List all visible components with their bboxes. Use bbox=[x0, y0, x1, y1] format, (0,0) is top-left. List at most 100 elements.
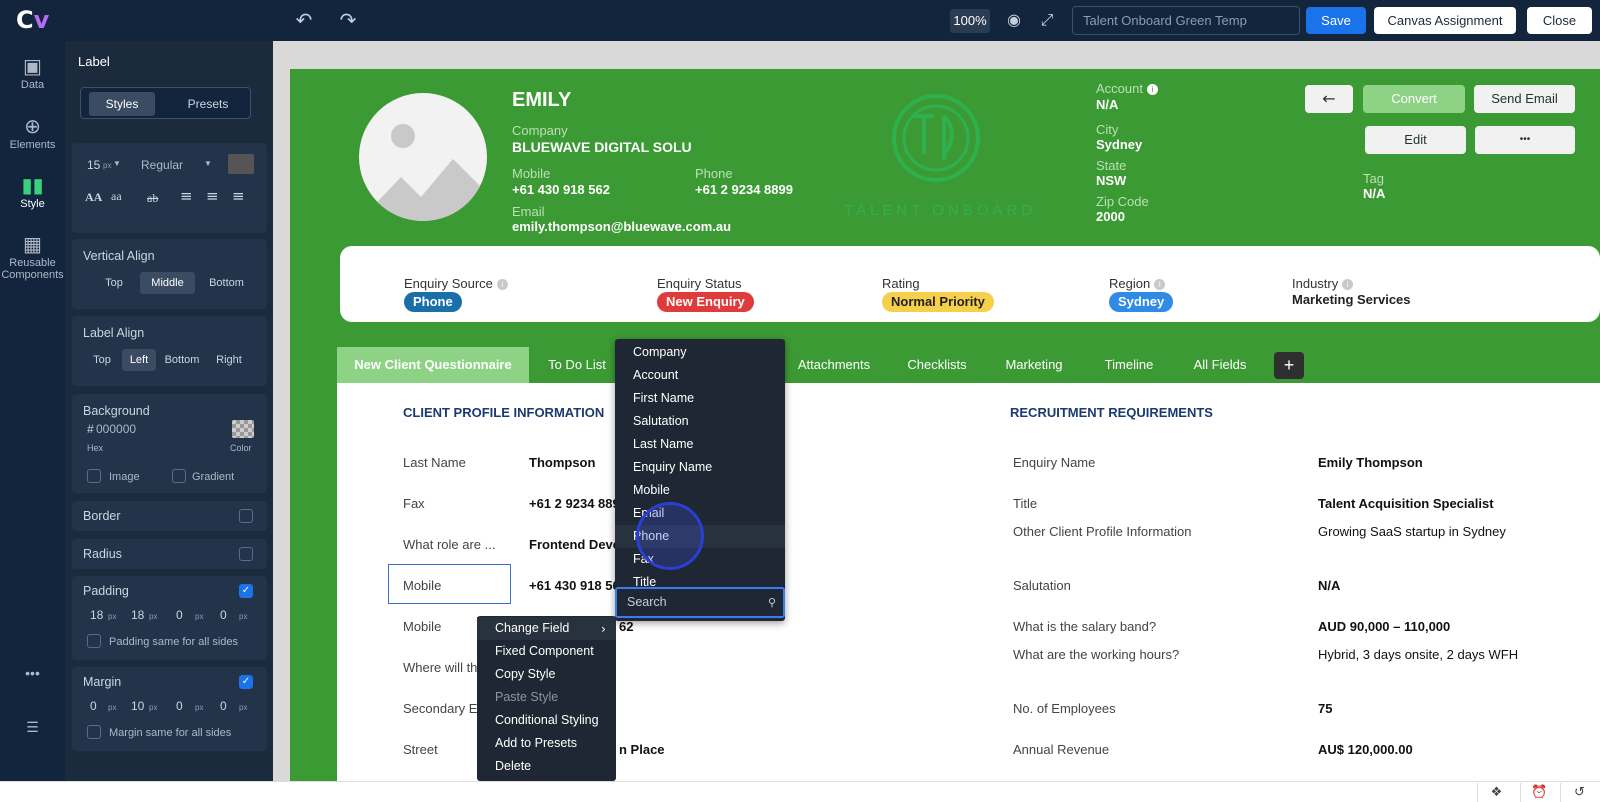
field-value[interactable]: Growing SaaS startup in Sydney bbox=[1318, 524, 1506, 539]
menu-item-delete[interactable]: Delete bbox=[477, 755, 616, 778]
field-value[interactable]: Talent Acquisition Specialist bbox=[1318, 496, 1494, 511]
info-icon[interactable]: i bbox=[496, 279, 508, 290]
radius-checkbox[interactable] bbox=[239, 547, 253, 561]
save-button[interactable]: Save bbox=[1306, 7, 1366, 34]
field-label[interactable]: Title bbox=[1013, 496, 1037, 511]
field-search-input[interactable]: Search ⚲ bbox=[615, 587, 785, 618]
info-icon[interactable]: i bbox=[1146, 84, 1158, 95]
tab-marketing[interactable]: Marketing bbox=[994, 347, 1074, 383]
add-tab-button[interactable]: + bbox=[1274, 352, 1304, 379]
label-align-bottom[interactable]: Bottom bbox=[160, 349, 204, 371]
background-color-swatch[interactable] bbox=[232, 420, 254, 438]
font-color-swatch[interactable] bbox=[228, 154, 254, 174]
margin-same-checkbox[interactable] bbox=[87, 725, 101, 739]
field-value[interactable]: 62 bbox=[619, 619, 633, 634]
align-left-icon[interactable]: ≡ bbox=[180, 187, 193, 205]
field-label[interactable]: Mobile bbox=[403, 619, 441, 634]
dropdown-option[interactable]: Account bbox=[615, 364, 785, 387]
tab-new-client-questionnaire[interactable]: New Client Questionnaire bbox=[337, 347, 529, 383]
margin-right[interactable]: 10 bbox=[131, 699, 144, 713]
field-value[interactable]: Thompson bbox=[529, 455, 595, 470]
margin-top[interactable]: 0 bbox=[90, 699, 97, 713]
convert-button[interactable]: Convert bbox=[1363, 85, 1465, 113]
field-label[interactable]: What are the working hours? bbox=[1013, 647, 1179, 662]
field-label[interactable]: Other Client Profile Information bbox=[1013, 524, 1191, 539]
margin-checkbox[interactable]: ✓ bbox=[239, 675, 253, 689]
field-label[interactable]: Last Name bbox=[403, 455, 466, 470]
label-align-top[interactable]: Top bbox=[85, 349, 119, 371]
image-checkbox[interactable] bbox=[87, 469, 101, 483]
strikethrough-button[interactable]: ab bbox=[147, 191, 158, 206]
fullscreen-icon[interactable]: ⤢ bbox=[1035, 8, 1059, 32]
field-value[interactable]: Emily Thompson bbox=[1318, 455, 1423, 470]
undo-icon[interactable]: ↶ bbox=[292, 8, 316, 32]
tab-all-fields[interactable]: All Fields bbox=[1184, 347, 1256, 383]
info-icon[interactable]: i bbox=[1342, 279, 1354, 290]
field-label[interactable]: No. of Employees bbox=[1013, 701, 1116, 716]
dropdown-option[interactable]: First Name bbox=[615, 387, 785, 410]
field-value[interactable]: +61 430 918 56 bbox=[529, 578, 620, 593]
info-icon[interactable]: i bbox=[1154, 279, 1166, 290]
field-value[interactable]: AU$ 120,000.00 bbox=[1318, 742, 1413, 757]
nav-item-data[interactable]: ▣ Data bbox=[0, 53, 65, 91]
history-icon[interactable]: ↺ bbox=[1560, 783, 1598, 802]
field-label[interactable]: Secondary E bbox=[403, 701, 477, 716]
field-label[interactable]: Salutation bbox=[1013, 578, 1071, 593]
layout-name-field[interactable]: Talent Onboard Green Temp bbox=[1072, 6, 1300, 35]
zoom-level[interactable]: 100% bbox=[950, 9, 990, 33]
caret-down-icon[interactable]: ▼ bbox=[204, 159, 212, 168]
lowercase-button[interactable]: aa bbox=[111, 189, 122, 204]
field-label[interactable]: Enquiry Name bbox=[1013, 455, 1095, 470]
background-hex-input[interactable]: 000000 bbox=[96, 422, 136, 436]
padding-same-checkbox[interactable] bbox=[87, 634, 101, 648]
gradient-checkbox[interactable] bbox=[172, 469, 186, 483]
padding-top[interactable]: 18 bbox=[90, 608, 103, 622]
dropdown-option[interactable]: Salutation bbox=[615, 410, 785, 433]
field-value[interactable]: AUD 90,000 – 110,000 bbox=[1318, 619, 1450, 634]
tab-presets[interactable]: Presets bbox=[175, 92, 241, 116]
label-align-right[interactable]: Right bbox=[209, 349, 249, 371]
dropdown-option[interactable]: Mobile bbox=[615, 479, 785, 502]
margin-left[interactable]: 0 bbox=[220, 699, 227, 713]
tab-attachments[interactable]: Attachments bbox=[787, 347, 881, 383]
field-label[interactable]: What is the salary band? bbox=[1013, 619, 1156, 634]
align-center-icon[interactable]: ≡ bbox=[206, 187, 219, 205]
field-label-selected[interactable]: Mobile bbox=[403, 578, 441, 593]
menu-list-icon[interactable]: ☰ bbox=[0, 719, 65, 736]
menu-item-copy-style[interactable]: Copy Style bbox=[477, 663, 616, 686]
field-label[interactable]: Where will th bbox=[403, 660, 477, 675]
dropdown-option[interactable]: Enquiry Name bbox=[615, 456, 785, 479]
send-email-button[interactable]: Send Email bbox=[1474, 85, 1575, 113]
more-icon[interactable]: ••• bbox=[0, 665, 65, 681]
field-value[interactable]: N/A bbox=[1318, 578, 1340, 593]
field-label[interactable]: Fax bbox=[403, 496, 425, 511]
margin-bottom[interactable]: 0 bbox=[176, 699, 183, 713]
dropdown-option[interactable]: Last Name bbox=[615, 433, 785, 456]
field-value[interactable]: +61 2 9234 889 bbox=[529, 496, 620, 511]
back-arrow-button[interactable]: ← bbox=[1305, 85, 1353, 113]
valign-bottom[interactable]: Bottom bbox=[199, 272, 254, 294]
padding-bottom[interactable]: 0 bbox=[176, 608, 183, 622]
menu-item-change-field[interactable]: Change Field › bbox=[477, 617, 616, 640]
field-label[interactable]: What role are ... bbox=[403, 537, 495, 552]
menu-item-fixed-component[interactable]: Fixed Component bbox=[477, 640, 616, 663]
align-right-icon[interactable]: ≡ bbox=[232, 187, 245, 205]
tab-checklists[interactable]: Checklists bbox=[897, 347, 977, 383]
preview-eye-icon[interactable]: ◉ bbox=[1002, 8, 1026, 32]
app-logo[interactable]: Cv bbox=[16, 6, 49, 34]
uppercase-button[interactable]: AA bbox=[85, 190, 102, 205]
field-label[interactable]: Street bbox=[403, 742, 438, 757]
nav-item-style[interactable]: ▮▮ Style bbox=[0, 172, 65, 210]
padding-checkbox[interactable]: ✓ bbox=[239, 584, 253, 598]
tag-icon[interactable]: ❖ bbox=[1477, 783, 1515, 802]
font-weight-select[interactable]: Regular bbox=[141, 158, 183, 172]
dropdown-option[interactable]: Company bbox=[615, 341, 785, 364]
nav-item-elements[interactable]: ⊕ Elements bbox=[0, 113, 65, 151]
tab-styles[interactable]: Styles bbox=[89, 92, 155, 116]
field-value[interactable]: Frontend Deve bbox=[529, 537, 620, 552]
font-size-value[interactable]: 15 bbox=[87, 158, 100, 172]
more-actions-button[interactable]: ••• bbox=[1475, 126, 1575, 154]
field-label[interactable]: Annual Revenue bbox=[1013, 742, 1109, 757]
tab-timeline[interactable]: Timeline bbox=[1094, 347, 1164, 383]
valign-top[interactable]: Top bbox=[94, 272, 134, 294]
